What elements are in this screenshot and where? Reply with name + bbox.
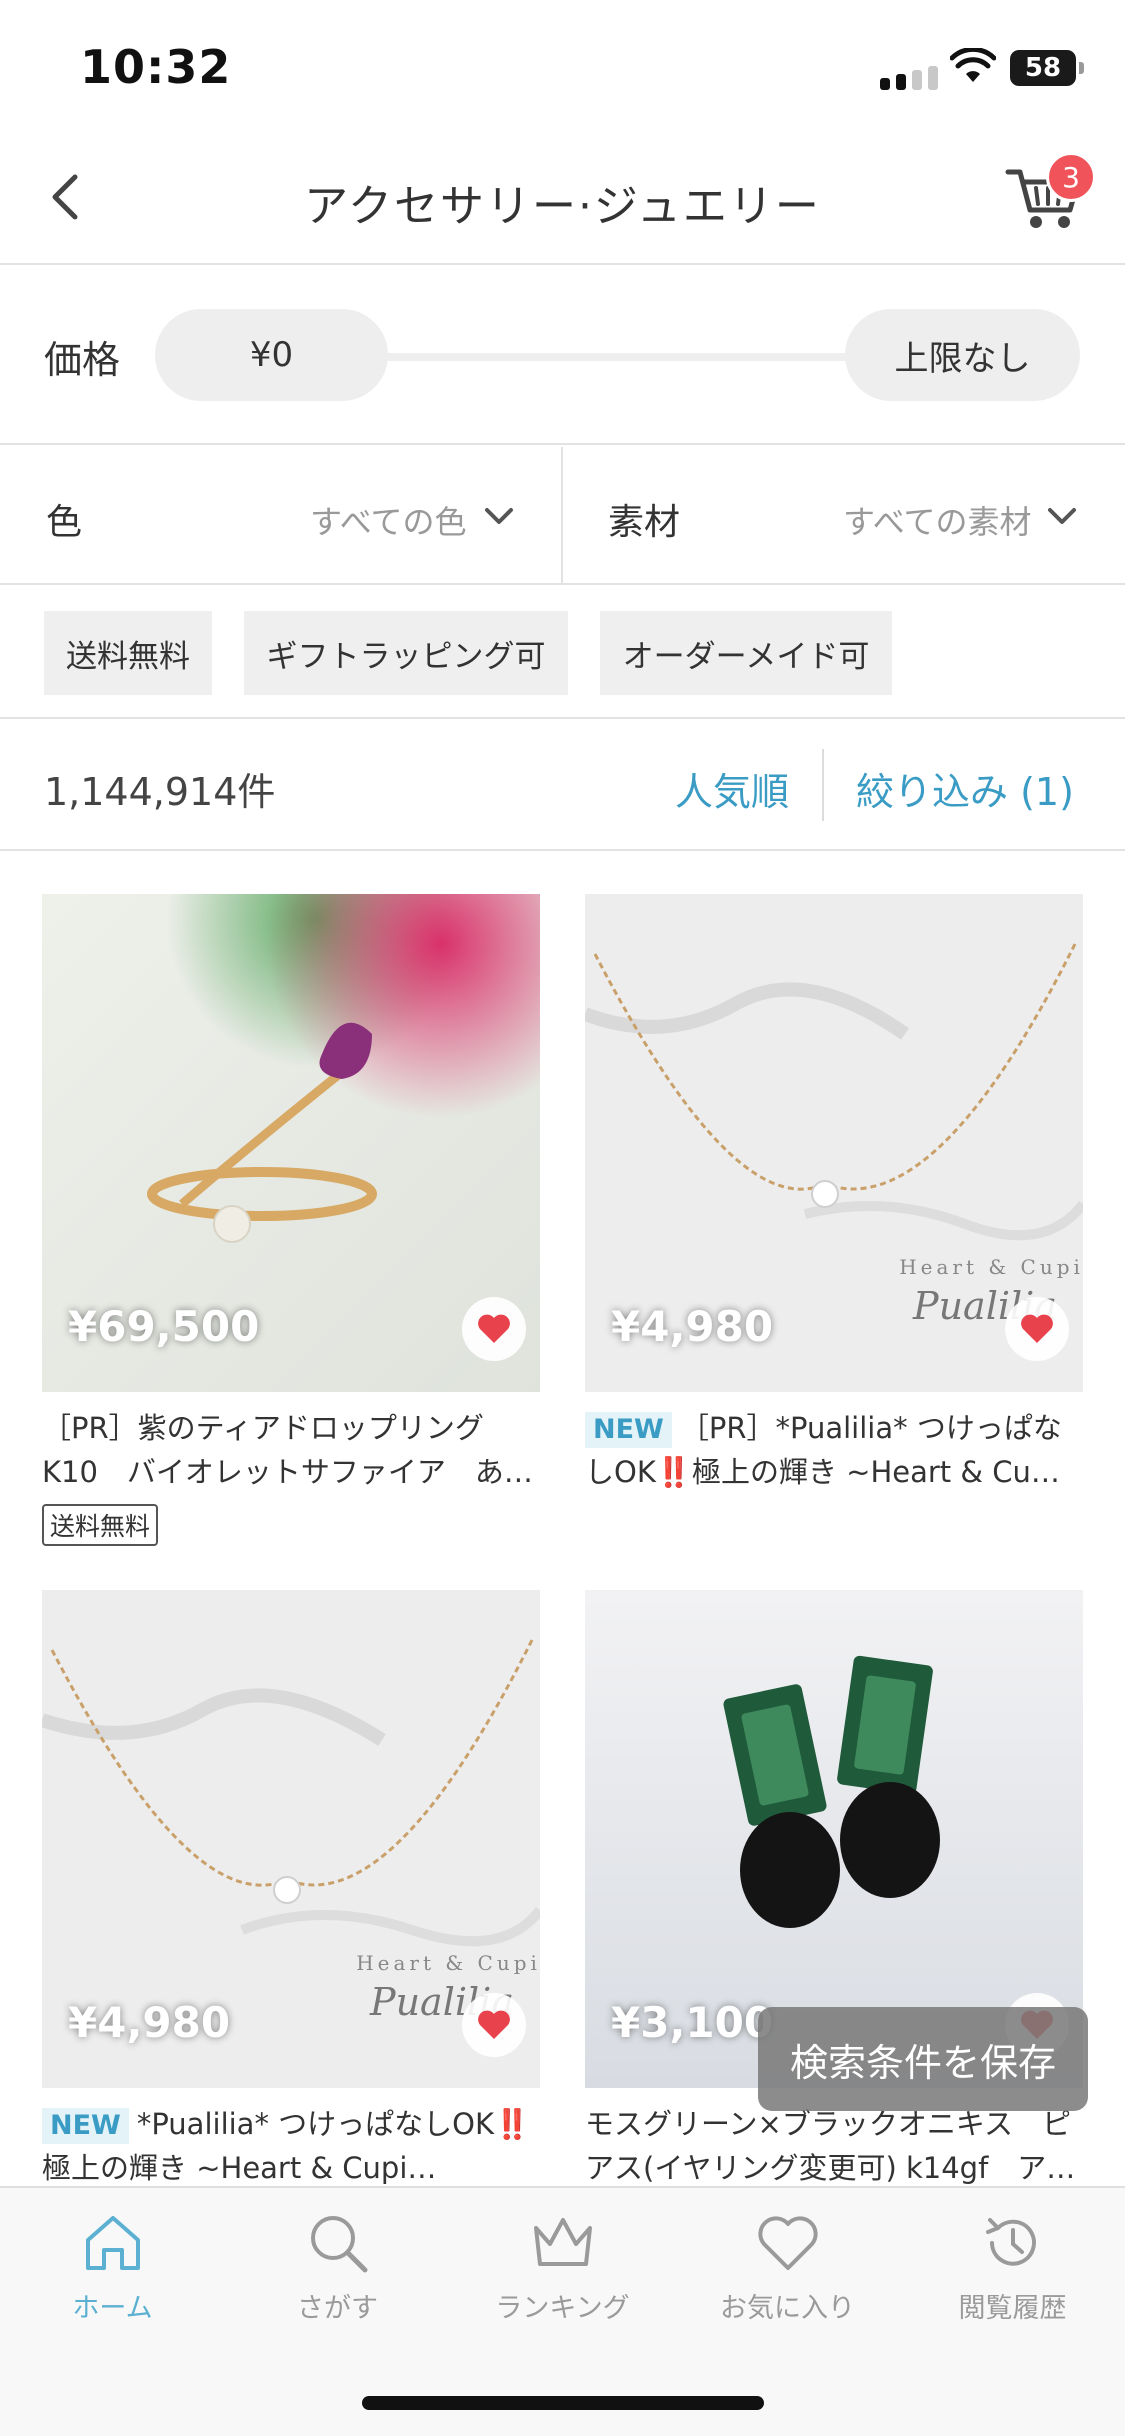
save-search-button[interactable]: 検索条件を保存	[758, 2007, 1088, 2111]
product-price: ¥69,500	[68, 1302, 260, 1351]
color-select[interactable]: 色 すべての色	[0, 447, 561, 585]
battery-indicator: 58	[1010, 50, 1084, 86]
attribute-selects: 色 すべての色 素材 すべての素材	[0, 447, 1125, 585]
heart-icon	[478, 2010, 510, 2039]
product-price: ¥3,100	[611, 1998, 774, 2047]
product-name[interactable]: ［PR］紫のティアドロップリング K10 バイオレットサファイア あ…	[42, 1406, 540, 1494]
tag-made-to-order[interactable]: オーダーメイド可	[600, 611, 892, 695]
favorite-button[interactable]	[462, 1993, 526, 2057]
product-name[interactable]: モスグリーン×ブラックオニキス ピアス(イヤリング変更可) k14gf ア…	[585, 2102, 1083, 2190]
product-name[interactable]: NEW ［PR］*Pualilia* つけっぱなしOK‼️極上の輝き ~Heart…	[585, 1406, 1083, 1494]
material-select-value: すべての素材	[843, 503, 1032, 541]
favorite-button[interactable]	[1005, 1297, 1069, 1361]
product-card[interactable]: Heart & Cupid Pualilia ¥4,980 NEW ［PR］*Pu…	[585, 894, 1083, 1514]
cellular-signal-icon	[880, 66, 938, 90]
tab-label: お気に入り	[720, 2293, 855, 2324]
nav-header: アクセサリー·ジュエリー 3	[0, 132, 1125, 265]
product-price: ¥4,980	[68, 1998, 231, 2047]
product-name[interactable]: NEW *Pualilia* つけっぱなしOK‼️極上の輝き ~Heart & C…	[42, 2102, 540, 2190]
cart-count-badge: 3	[1046, 152, 1096, 202]
tab-search[interactable]: さがす	[225, 2210, 450, 2350]
heart-icon	[478, 1314, 510, 1343]
history-icon	[985, 2218, 1036, 2266]
tab-ranking[interactable]: ランキング	[450, 2210, 675, 2350]
price-max-handle[interactable]: 上限なし	[845, 309, 1080, 401]
search-icon	[310, 2216, 367, 2273]
filter-button[interactable]: 絞り込み (1)	[856, 761, 1074, 816]
product-card[interactable]: ¥69,500 ［PR］紫のティアドロップリング K10 バイオレットサファイア…	[42, 894, 540, 1554]
result-bar: 1,144,914件 人気順 絞り込み (1)	[0, 721, 1125, 851]
home-icon	[85, 2216, 140, 2270]
product-card[interactable]: Heart & Cupid Pualilia ¥4,980 NEW *Pualil…	[42, 1590, 540, 2190]
sort-button[interactable]: 人気順	[675, 761, 789, 816]
new-badge: NEW	[42, 2108, 129, 2144]
heart-icon	[757, 2216, 818, 2270]
bottom-tab-bar: ホーム さがす ランキング お気に入り 閲覧履歴	[0, 2186, 1125, 2436]
free-shipping-badge: 送料無料	[42, 1504, 159, 1546]
result-count: 1,144,914件	[44, 770, 276, 814]
favorite-button[interactable]	[462, 1297, 526, 1361]
price-slider-track[interactable]	[300, 353, 925, 361]
brand-watermark: Heart & Cupid	[899, 1255, 1083, 1279]
chevron-down-icon	[485, 508, 513, 524]
tab-label: 閲覧履歴	[958, 2293, 1067, 2324]
quick-filter-tags: 送料無料 ギフトラッピング可 オーダーメイド可	[0, 587, 1125, 719]
price-min-handle[interactable]: ¥0	[155, 309, 388, 401]
brand-watermark: Heart & Cupid	[356, 1951, 540, 1975]
tab-home[interactable]: ホーム	[0, 2210, 225, 2350]
material-select[interactable]: 素材 すべての素材	[563, 447, 1125, 585]
color-select-value: すべての色	[310, 503, 467, 541]
result-divider	[822, 749, 824, 821]
wifi-icon	[950, 48, 996, 82]
tab-history[interactable]: 閲覧履歴	[900, 2210, 1125, 2350]
color-select-label: 色	[46, 502, 83, 543]
product-price: ¥4,980	[611, 1302, 774, 1351]
status-time: 10:32	[80, 40, 232, 94]
status-bar: 10:32 58	[0, 0, 1125, 132]
tag-gift-wrapping[interactable]: ギフトラッピング可	[244, 611, 568, 695]
chevron-down-icon	[1048, 508, 1076, 524]
new-badge: NEW	[585, 1412, 672, 1448]
tab-label: さがす	[297, 2293, 378, 2324]
tab-favorites[interactable]: お気に入り	[675, 2210, 900, 2350]
page-title: アクセサリー·ジュエリー	[304, 181, 821, 232]
price-filter: 価格 ¥0 上限なし	[0, 267, 1125, 445]
price-label: 価格	[44, 338, 121, 382]
tag-free-shipping[interactable]: 送料無料	[44, 611, 212, 695]
heart-icon	[1021, 1314, 1053, 1343]
material-select-label: 素材	[608, 502, 681, 543]
tab-label: ランキング	[495, 2293, 630, 2324]
tab-label: ホーム	[72, 2293, 153, 2324]
home-indicator	[362, 2396, 764, 2410]
crown-icon	[533, 2218, 592, 2266]
